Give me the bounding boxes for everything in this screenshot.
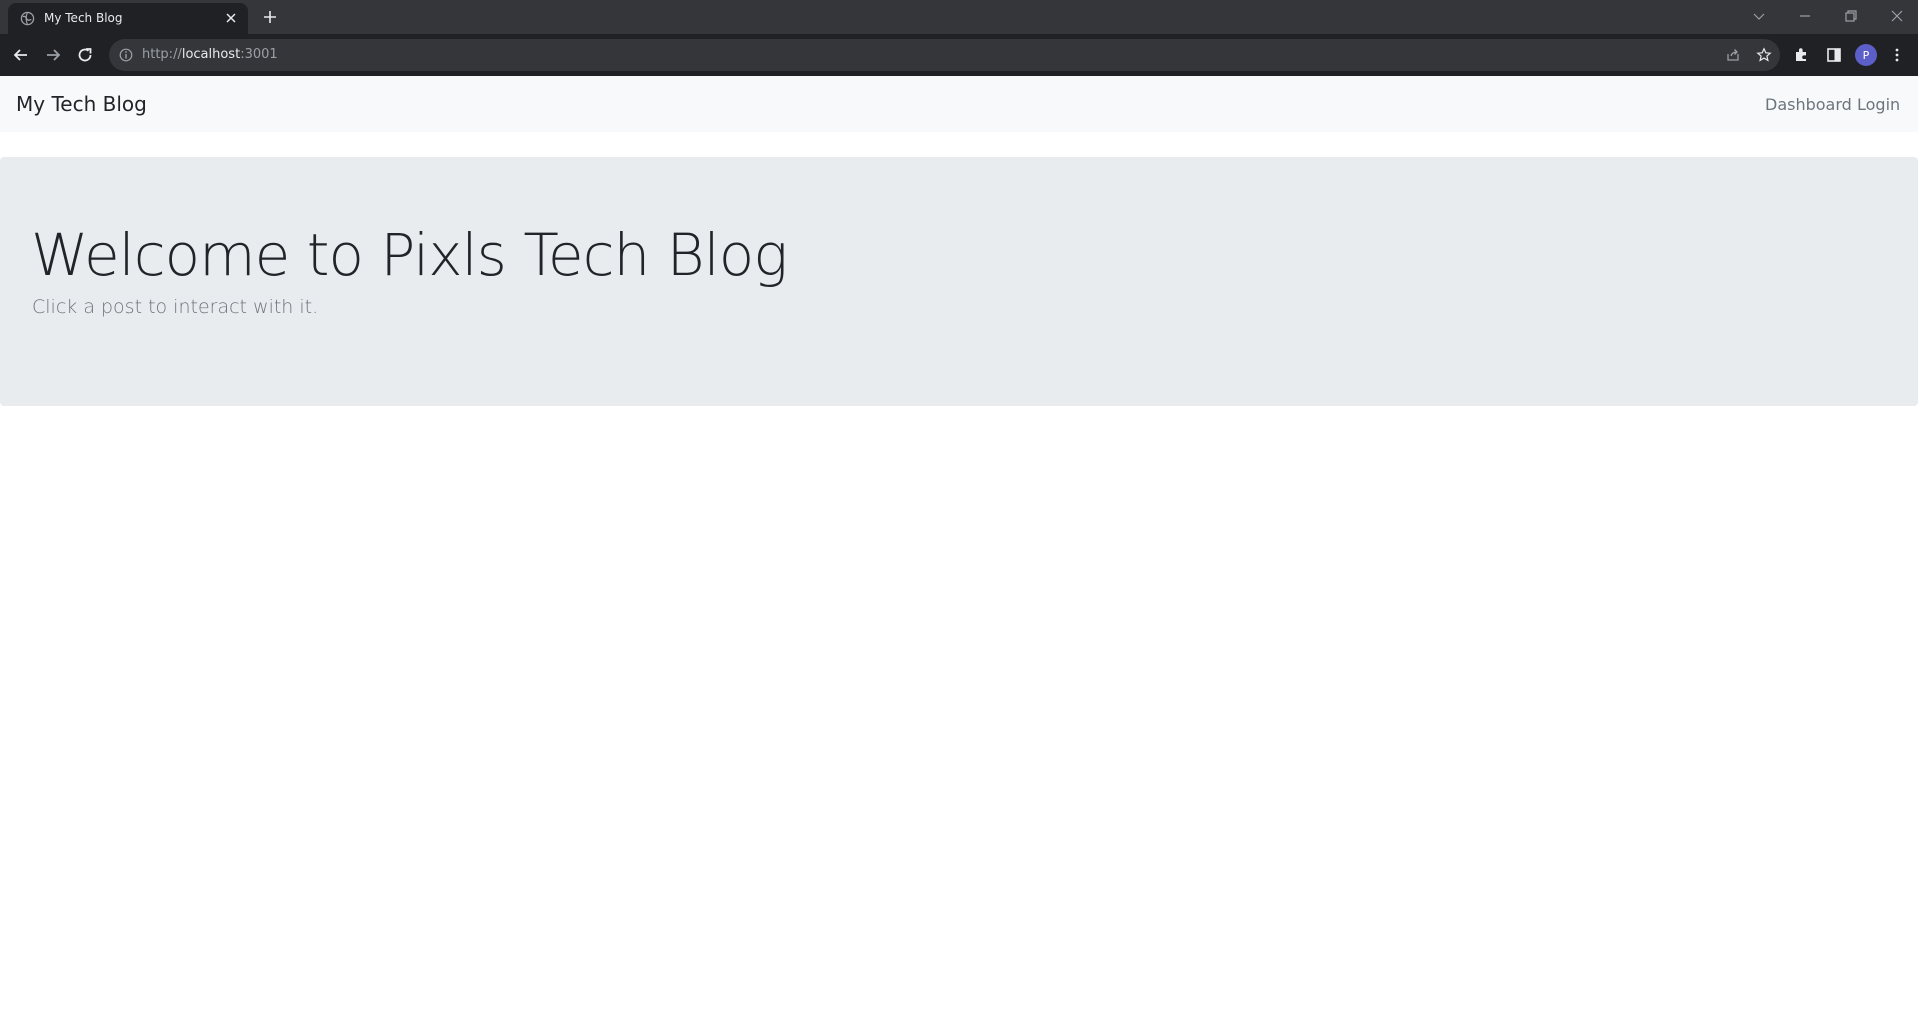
tab-strip: My Tech Blog (0, 0, 1918, 34)
reload-icon[interactable] (75, 45, 95, 65)
browser-toolbar: http://localhost:3001 (0, 34, 1918, 76)
url-host: localhost (181, 47, 241, 62)
minimize-icon[interactable] (1796, 7, 1814, 25)
site-brand[interactable]: My Tech Blog (16, 92, 147, 116)
extensions-icon[interactable] (1793, 46, 1811, 64)
side-panel-icon[interactable] (1825, 46, 1843, 64)
share-icon[interactable] (1725, 47, 1741, 63)
nav-link-dashboard[interactable]: Dashboard (1765, 95, 1852, 114)
info-icon[interactable] (119, 48, 133, 62)
back-icon[interactable] (11, 45, 31, 65)
plus-icon[interactable] (262, 9, 278, 25)
menu-icon[interactable] (1888, 46, 1906, 64)
globe-icon (20, 11, 35, 26)
close-icon[interactable] (1888, 7, 1906, 25)
restore-icon[interactable] (1842, 7, 1860, 25)
url-port: :3001 (240, 47, 278, 62)
forward-icon[interactable] (43, 45, 63, 65)
tab-title: My Tech Blog (44, 11, 123, 25)
nav-link-login[interactable]: Login (1857, 95, 1900, 114)
hero-subtitle: Click a post to interact with it. (32, 296, 319, 318)
star-icon[interactable] (1756, 47, 1772, 63)
address-bar[interactable]: http://localhost:3001 (109, 39, 1780, 71)
chevron-down-icon[interactable] (1750, 7, 1768, 25)
url-scheme: http:// (142, 47, 182, 62)
profile-avatar[interactable]: P (1855, 44, 1877, 66)
site-navbar: My Tech Blog Dashboard Login (0, 76, 1918, 132)
hero-banner: Welcome to Pixls Tech Blog Click a post … (0, 157, 1918, 406)
url-text[interactable]: http://localhost:3001 (142, 47, 278, 62)
browser-tab[interactable]: My Tech Blog (8, 3, 248, 34)
hero-title: Welcome to Pixls Tech Blog (31, 221, 788, 289)
close-icon[interactable] (224, 11, 238, 25)
page-viewport: My Tech Blog Dashboard Login Welcome to … (0, 76, 1918, 1030)
